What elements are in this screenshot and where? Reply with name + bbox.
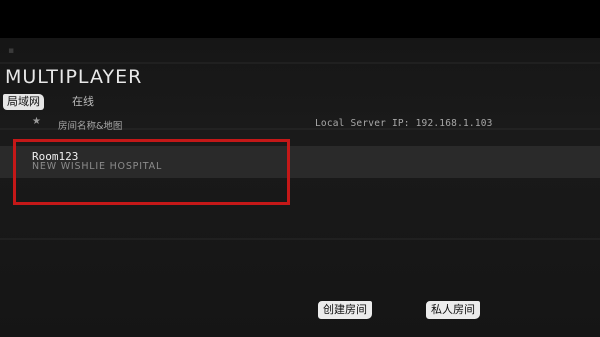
selection-highlight-box [13, 139, 290, 205]
private-room-button[interactable]: 私人房间 [426, 301, 480, 319]
scanline [0, 238, 600, 240]
tab-online[interactable]: 在线 [72, 94, 94, 110]
page-title: MULTIPLAYER [5, 66, 143, 88]
column-room-map-label: 房间名称&地图 [58, 121, 123, 132]
tab-lan[interactable]: 局域网 [3, 94, 44, 110]
top-black-bar [0, 0, 600, 38]
create-room-button[interactable]: 创建房间 [318, 301, 372, 319]
corner-logo-icon: ▪ [8, 46, 15, 56]
local-server-ip: Local Server IP: 192.168.1.103 [315, 118, 493, 129]
scanline [0, 62, 600, 64]
star-icon[interactable]: ★ [32, 116, 41, 127]
list-header: ★ 房间名称&地图 Local Server IP: 192.168.1.103 [0, 114, 600, 134]
